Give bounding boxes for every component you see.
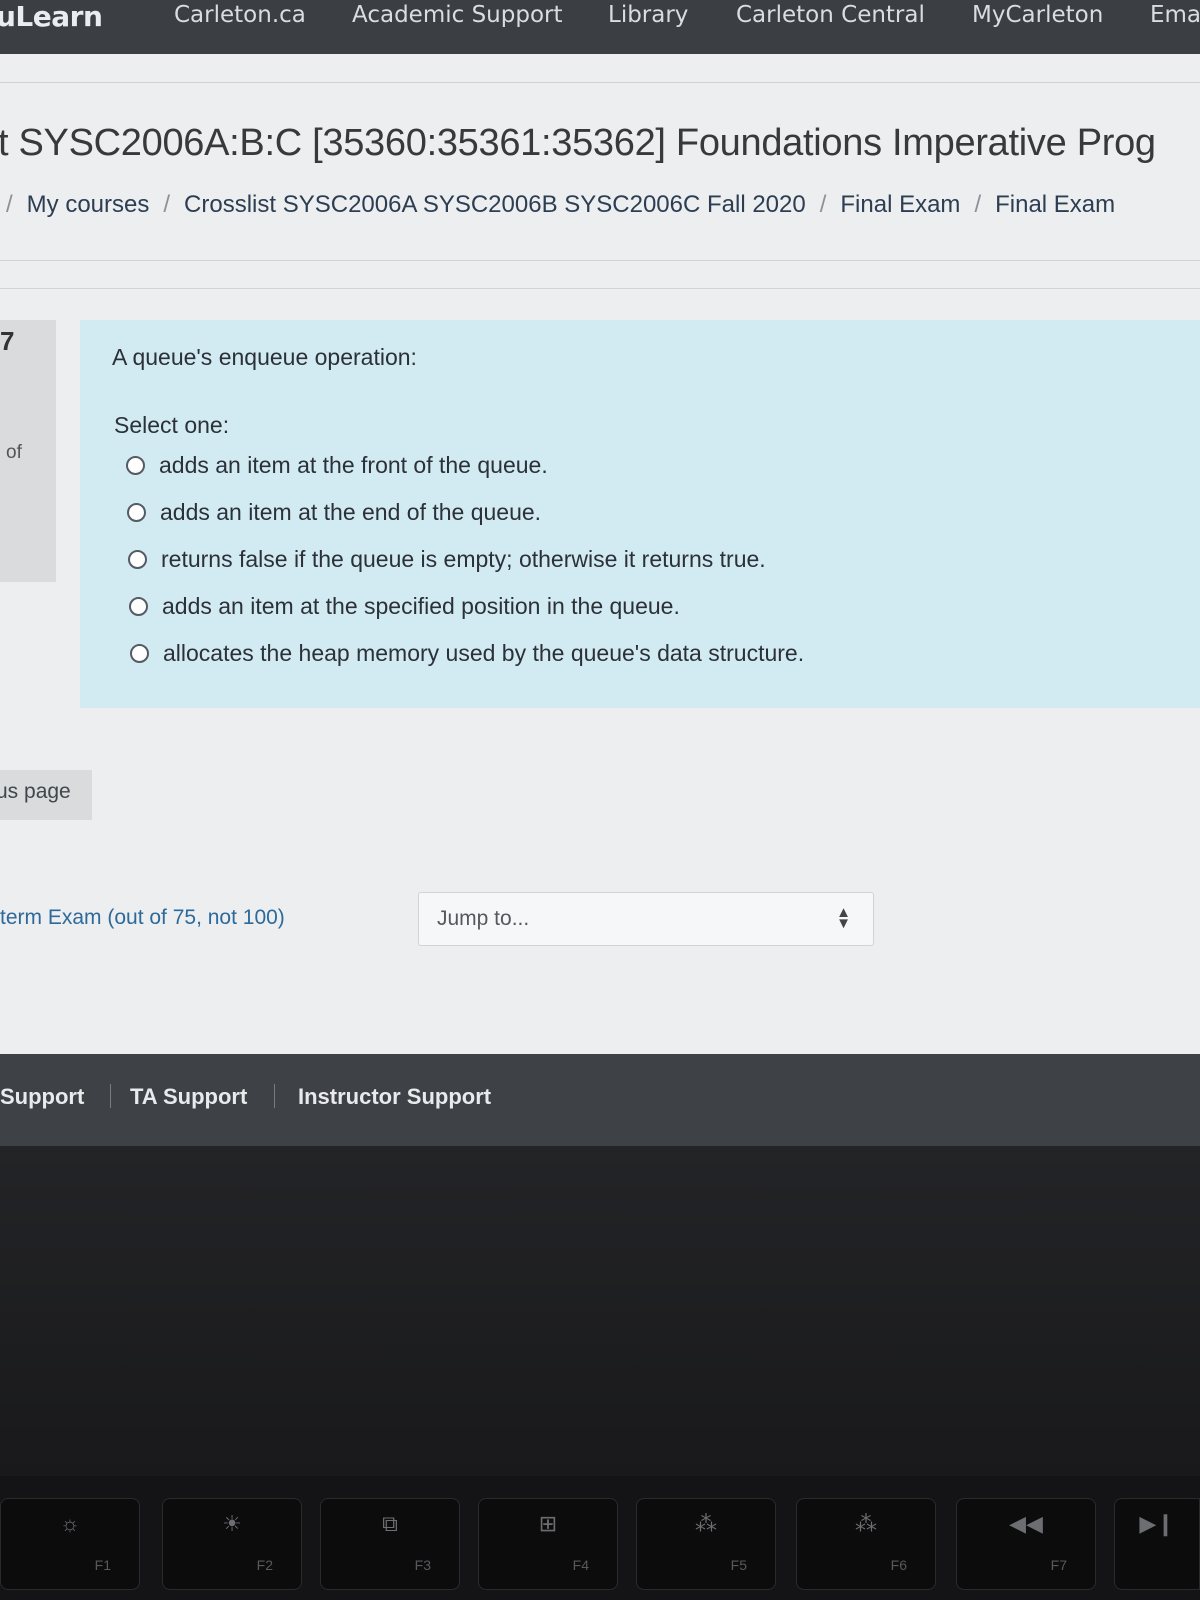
breadcrumb-final-exam-section[interactable]: Final Exam xyxy=(840,191,960,218)
footer-link-ta-support[interactable]: TA Support xyxy=(130,1084,247,1110)
key-f2: ☀ F2 xyxy=(162,1498,302,1590)
nav-link-library[interactable]: Library xyxy=(608,2,688,28)
radio-button[interactable] xyxy=(128,549,147,569)
select-arrows-icon: ▲ ▼ xyxy=(836,904,851,932)
previous-activity-link[interactable]: term Exam (out of 75, not 100) xyxy=(0,906,285,930)
breadcrumb-my-courses[interactable]: My courses xyxy=(27,191,150,218)
keyboard-light-up-icon: ⁂ xyxy=(855,1511,877,1536)
previous-page-button[interactable]: us page xyxy=(0,770,92,820)
select-one-prompt: Select one: xyxy=(114,412,230,438)
key-label: F5 xyxy=(730,1557,747,1573)
question-info: 7 of xyxy=(0,320,56,582)
jump-to-select[interactable]: Jump to... ▲ ▼ xyxy=(418,892,874,946)
jump-to-value: Jump to... xyxy=(437,907,530,930)
nav-link-academic-support[interactable]: Academic Support xyxy=(352,2,563,28)
key-label: F7 xyxy=(1050,1557,1067,1573)
laptop-bezel xyxy=(0,1146,1200,1476)
answer-option-label: adds an item at the front of the queue. xyxy=(159,451,548,478)
answer-option-label: returns false if the queue is empty; oth… xyxy=(161,545,766,572)
key-label: F3 xyxy=(414,1557,431,1573)
rewind-icon: ◀◀ xyxy=(1009,1511,1043,1536)
answer-option-4[interactable]: adds an item at the specified position i… xyxy=(129,591,680,621)
key-label: F6 xyxy=(890,1557,907,1573)
footer-link-support[interactable]: Support xyxy=(0,1084,84,1110)
answer-option-label: allocates the heap memory used by the qu… xyxy=(163,639,805,666)
launchpad-icon: ⊞ xyxy=(538,1511,558,1536)
key-f5: ⁂ F5 xyxy=(636,1498,776,1590)
question-content: A queue's enqueue operation: Select one:… xyxy=(80,320,1200,708)
key-label: F1 xyxy=(94,1557,111,1573)
nav-link-carleton[interactable]: Carleton.ca xyxy=(174,2,306,28)
key-f4: ⊞ F4 xyxy=(478,1498,618,1590)
previous-page-label: us page xyxy=(0,780,71,803)
top-navbar: uLearn Carleton.ca Academic Support Libr… xyxy=(0,0,1200,54)
question-mark-info: of xyxy=(6,442,22,463)
play-pause-icon: ▶❙ xyxy=(1139,1511,1175,1536)
answer-option-3[interactable]: returns false if the queue is empty; oth… xyxy=(128,544,766,574)
divider xyxy=(0,82,1200,83)
nav-link-email[interactable]: Ema xyxy=(1150,2,1200,28)
key-f6: ⁂ F6 xyxy=(796,1498,936,1590)
footer-link-instructor-support[interactable]: Instructor Support xyxy=(298,1084,491,1110)
nav-link-carleton-central[interactable]: Carleton Central xyxy=(736,2,925,28)
breadcrumb: / My courses / Crosslist SYSC2006A SYSC2006… xyxy=(6,191,1116,218)
radio-button[interactable] xyxy=(127,502,146,522)
key-label: F4 xyxy=(572,1557,589,1573)
radio-button[interactable] xyxy=(130,643,149,663)
keyboard: ☼ F1 ☀ F2 ⧉ F3 ⊞ F4 ⁂ F5 ⁂ F6 ◀◀ F7 ▶❙ xyxy=(0,1476,1200,1600)
brand-logo[interactable]: uLearn xyxy=(0,0,103,33)
answer-option-label: adds an item at the specified position i… xyxy=(162,592,680,619)
radio-button[interactable] xyxy=(126,455,145,475)
key-label: F2 xyxy=(256,1557,273,1573)
divider xyxy=(274,1084,275,1108)
divider xyxy=(0,288,1200,289)
mission-control-icon: ⧉ xyxy=(382,1511,398,1536)
radio-button[interactable] xyxy=(129,596,148,616)
answer-option-1[interactable]: adds an item at the front of the queue. xyxy=(126,450,548,480)
nav-link-mycarleton[interactable]: MyCarleton xyxy=(972,2,1103,28)
breadcrumb-course[interactable]: Crosslist SYSC2006A SYSC2006B SYSC2006C … xyxy=(184,191,806,218)
key-f7: ◀◀ F7 xyxy=(956,1498,1096,1590)
divider xyxy=(0,260,1200,261)
page-content: t SYSC2006A:B:C [35360:35361:35362] Foun… xyxy=(0,54,1200,1054)
key-f8: ▶❙ xyxy=(1114,1498,1200,1590)
page-title: t SYSC2006A:B:C [35360:35361:35362] Foun… xyxy=(0,122,1156,164)
brightness-up-icon: ☀ xyxy=(222,1511,242,1536)
breadcrumb-final-exam[interactable]: Final Exam xyxy=(995,191,1115,218)
answer-option-2[interactable]: adds an item at the end of the queue. xyxy=(127,497,541,527)
answer-option-5[interactable]: allocates the heap memory used by the qu… xyxy=(130,638,804,668)
key-f3: ⧉ F3 xyxy=(320,1498,460,1590)
keyboard-light-down-icon: ⁂ xyxy=(695,1511,717,1536)
divider xyxy=(110,1084,111,1108)
answer-option-label: adds an item at the end of the queue. xyxy=(160,498,542,525)
key-f1: ☼ F1 xyxy=(0,1498,140,1590)
question-number: 7 xyxy=(0,326,15,356)
question-text: A queue's enqueue operation: xyxy=(112,344,417,370)
brightness-down-icon: ☼ xyxy=(59,1511,81,1536)
footer: Support TA Support Instructor Support xyxy=(0,1054,1200,1146)
